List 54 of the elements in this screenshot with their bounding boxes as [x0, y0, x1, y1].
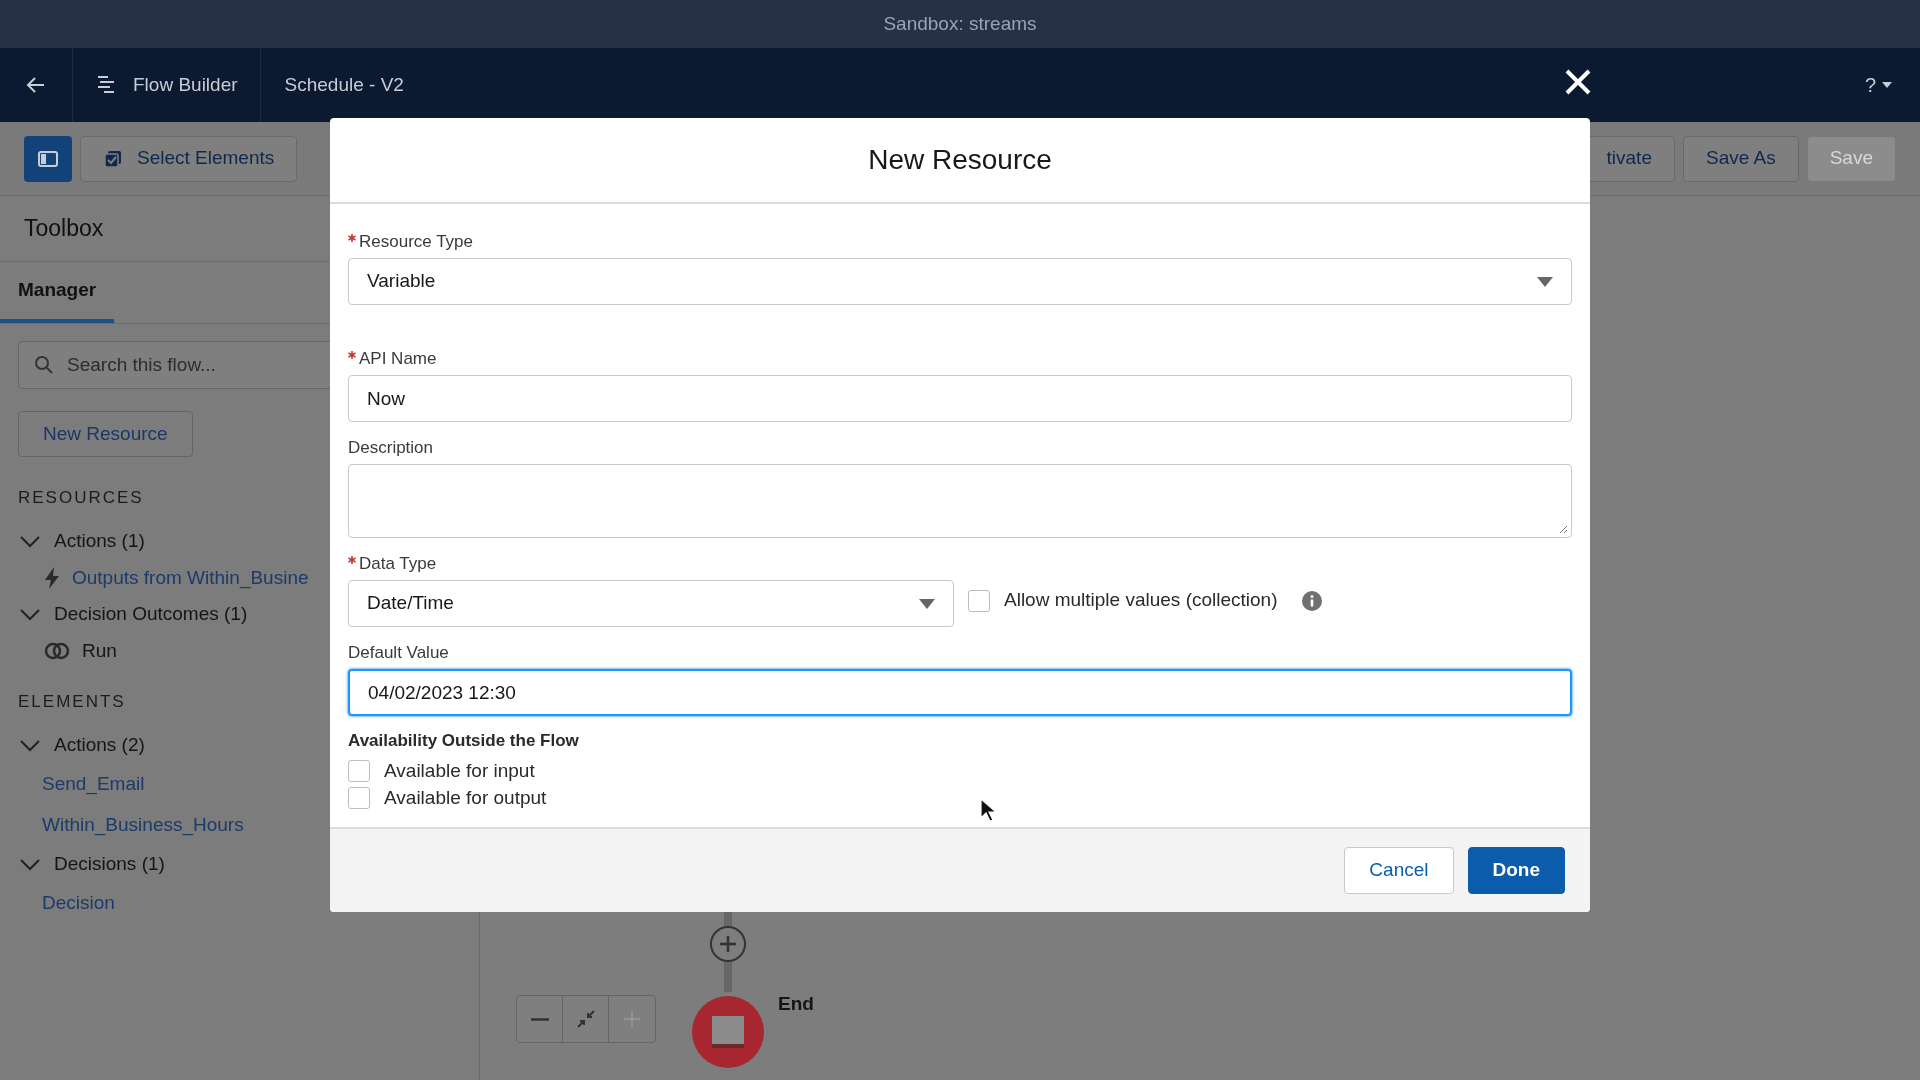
checkbox-label: Available for input [384, 758, 535, 783]
zoom-out-icon [530, 1017, 549, 1021]
checkbox[interactable] [348, 787, 370, 809]
select-elements-button[interactable]: Select Elements [80, 135, 298, 182]
section-heading: ELEMENTS [18, 691, 126, 714]
outcome-icon [44, 642, 70, 660]
close-icon [1564, 68, 1592, 96]
resource-link[interactable]: Outputs from Within_Busine [72, 563, 309, 593]
flow-name: Schedule - V2 [284, 72, 404, 97]
dropdown-caret-icon [1537, 276, 1553, 287]
tree-group[interactable]: Decisions (1) [0, 846, 479, 883]
lightning-icon [44, 567, 60, 589]
field-label: Description [348, 437, 434, 460]
dropdown-caret-icon [919, 598, 935, 609]
section-heading: RESOURCES [18, 487, 144, 510]
end-label: End [778, 992, 814, 1016]
select-field[interactable]: Variable [348, 258, 1572, 305]
field-label: API Name [359, 348, 437, 371]
cancel-button[interactable]: Cancel [1344, 847, 1454, 894]
element-link[interactable]: Within_Business_Hours [42, 811, 244, 840]
panel-icon [38, 150, 58, 167]
cursor-icon [980, 798, 996, 822]
sidebar-tab[interactable]: Manager [0, 262, 115, 323]
field-label: Data Type [359, 553, 437, 576]
app-name: Flow Builder [133, 72, 238, 97]
section-heading: Availability Outside the Flow [348, 730, 580, 752]
outcome-item[interactable]: Run [82, 636, 117, 666]
info-icon [1301, 590, 1322, 611]
plus-icon [718, 934, 738, 954]
checkbox-label: Available for output [384, 785, 547, 810]
toolbar-button[interactable]: Save As [1682, 135, 1799, 182]
search-icon [34, 355, 54, 375]
checkbox[interactable] [968, 589, 990, 612]
checkbox-label: Allow multiple values (collection) [1004, 588, 1278, 613]
add-element-button[interactable] [710, 926, 746, 962]
checkbox[interactable] [348, 760, 370, 782]
done-button[interactable]: Done [1467, 847, 1565, 894]
field-label: Default Value [348, 642, 449, 665]
element-link[interactable]: Send_Email [42, 770, 145, 799]
panel-toggle-button[interactable] [24, 135, 72, 182]
new-resource-button[interactable]: New Resource [18, 411, 193, 457]
input-field[interactable]: 04/02/2023 12:30 [348, 669, 1572, 716]
fit-view-icon [575, 1009, 596, 1029]
caret-icon [1882, 82, 1892, 88]
zoom-in-icon [622, 1009, 642, 1029]
checkbox-stack-icon [103, 148, 123, 169]
select-field[interactable]: Date/Time [348, 580, 954, 627]
input-field[interactable]: Now [348, 375, 1572, 422]
window-title: Sandbox: streams [883, 11, 1037, 36]
element-link[interactable]: Decision [42, 889, 115, 918]
help-button[interactable]: ? [1864, 70, 1892, 100]
field-label: Resource Type [359, 231, 474, 254]
modal-title: New Resource [868, 143, 1052, 177]
resize-handle-icon[interactable] [1558, 524, 1568, 534]
